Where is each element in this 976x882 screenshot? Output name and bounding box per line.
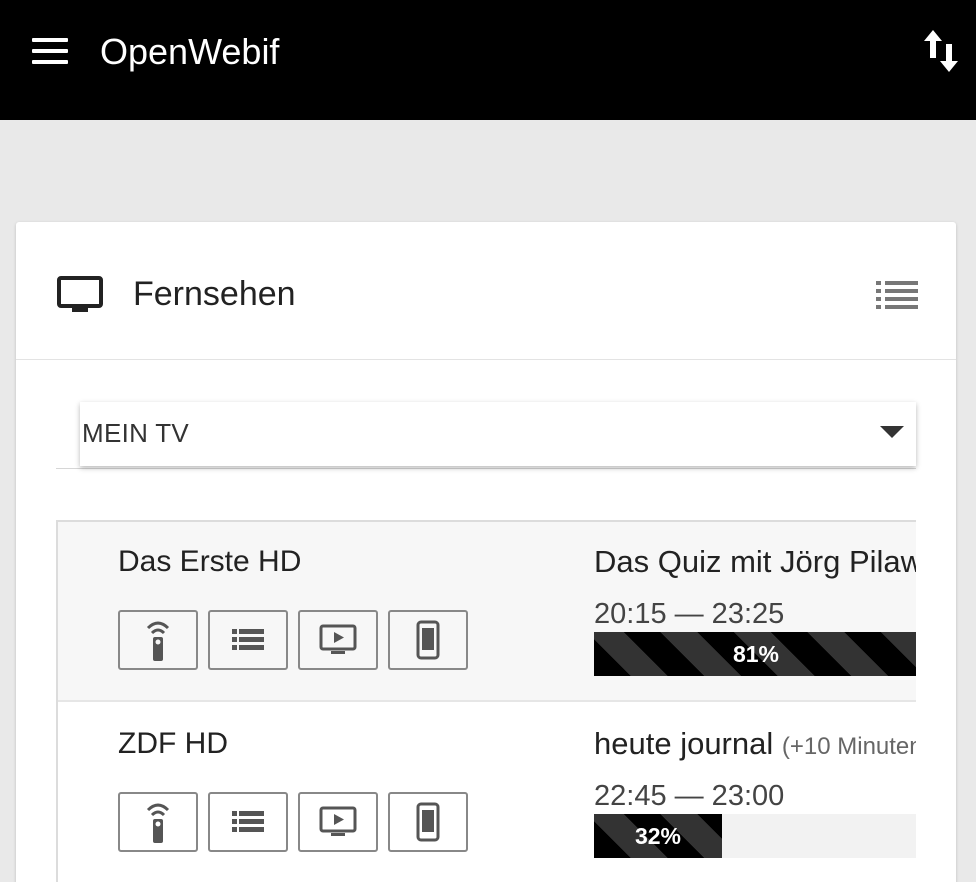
- channel-row: Das Erste HD Das Quiz mit Jörg Pilawa 20…: [58, 522, 916, 702]
- app-title: OpenWebif: [100, 31, 280, 72]
- program-title[interactable]: heute journal (+10 Minuten): [594, 724, 916, 767]
- program-time: 22:45 — 23:00: [594, 780, 785, 812]
- select-underline: [56, 468, 916, 469]
- mobile-icon[interactable]: [388, 610, 468, 670]
- remote-control-icon[interactable]: [118, 792, 198, 852]
- top-app-bar: OpenWebif: [0, 0, 976, 120]
- bouquet-select-value: MEIN TV: [82, 418, 190, 448]
- progress-label: 32%: [634, 823, 682, 849]
- program-title[interactable]: Das Quiz mit Jörg Pilawa: [594, 542, 916, 585]
- epg-list-icon[interactable]: [208, 792, 288, 852]
- remote-control-icon[interactable]: [118, 610, 198, 670]
- channel-list: Das Erste HD Das Quiz mit Jörg Pilawa 20…: [56, 520, 916, 882]
- dropdown-arrow-icon[interactable]: [880, 426, 904, 438]
- stream-tv-icon[interactable]: [298, 610, 378, 670]
- program-time: 20:15 — 23:25: [594, 598, 785, 630]
- channel-row: ZDF HD heute journal (+10 Minuten) 22:45…: [58, 704, 916, 882]
- progress-label: 81%: [732, 641, 780, 667]
- program-progress: 81%: [594, 632, 916, 676]
- program-progress: 32%: [594, 814, 916, 858]
- tv-card: Fernsehen MEIN TV Das Erste HD Das Quiz …: [16, 222, 956, 882]
- tv-icon: [56, 274, 104, 316]
- channel-name[interactable]: Das Erste HD: [118, 542, 301, 582]
- bouquet-select[interactable]: MEIN TV: [80, 402, 916, 466]
- card-title: Fernsehen: [133, 275, 296, 313]
- channel-name[interactable]: ZDF HD: [118, 724, 228, 764]
- program-extra: (+10 Minuten): [781, 733, 916, 760]
- mobile-icon[interactable]: [388, 792, 468, 852]
- list-view-icon[interactable]: [876, 278, 920, 310]
- epg-list-icon[interactable]: [208, 610, 288, 670]
- stream-tv-icon[interactable]: [298, 792, 378, 852]
- sort-arrows-icon[interactable]: [920, 28, 964, 74]
- hamburger-menu-icon[interactable]: [30, 38, 70, 66]
- card-header: Fernsehen: [16, 222, 956, 360]
